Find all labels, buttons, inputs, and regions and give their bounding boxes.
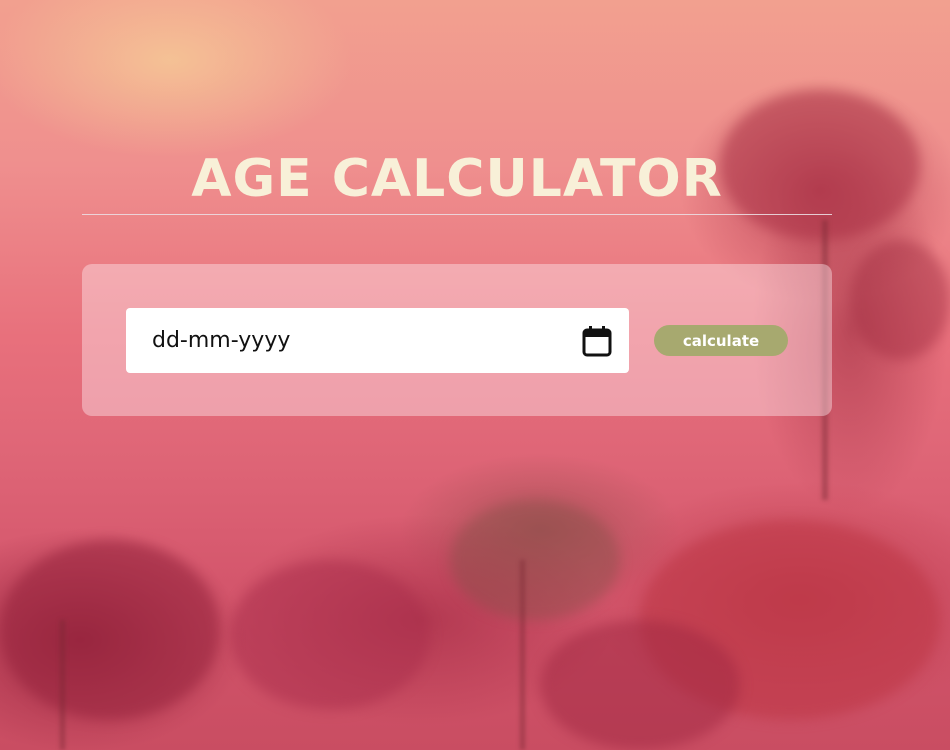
date-input-placeholder: dd-mm-yyyy xyxy=(152,328,291,353)
date-input[interactable]: dd-mm-yyyy xyxy=(126,308,629,373)
title-section: AGE CALCULATOR xyxy=(82,148,832,215)
background-flower xyxy=(540,620,740,750)
background-stem xyxy=(520,560,525,750)
background-flower xyxy=(450,500,620,620)
calendar-icon[interactable] xyxy=(581,324,613,358)
calculate-button[interactable]: calculate xyxy=(654,325,788,356)
calculator-panel: dd-mm-yyyy calculate xyxy=(82,264,832,416)
background-flower xyxy=(640,520,940,720)
background-flower xyxy=(0,540,220,720)
background-flower xyxy=(850,240,950,360)
background-stem xyxy=(60,620,65,750)
page-title: AGE CALCULATOR xyxy=(191,149,723,209)
background-flower xyxy=(230,560,430,710)
